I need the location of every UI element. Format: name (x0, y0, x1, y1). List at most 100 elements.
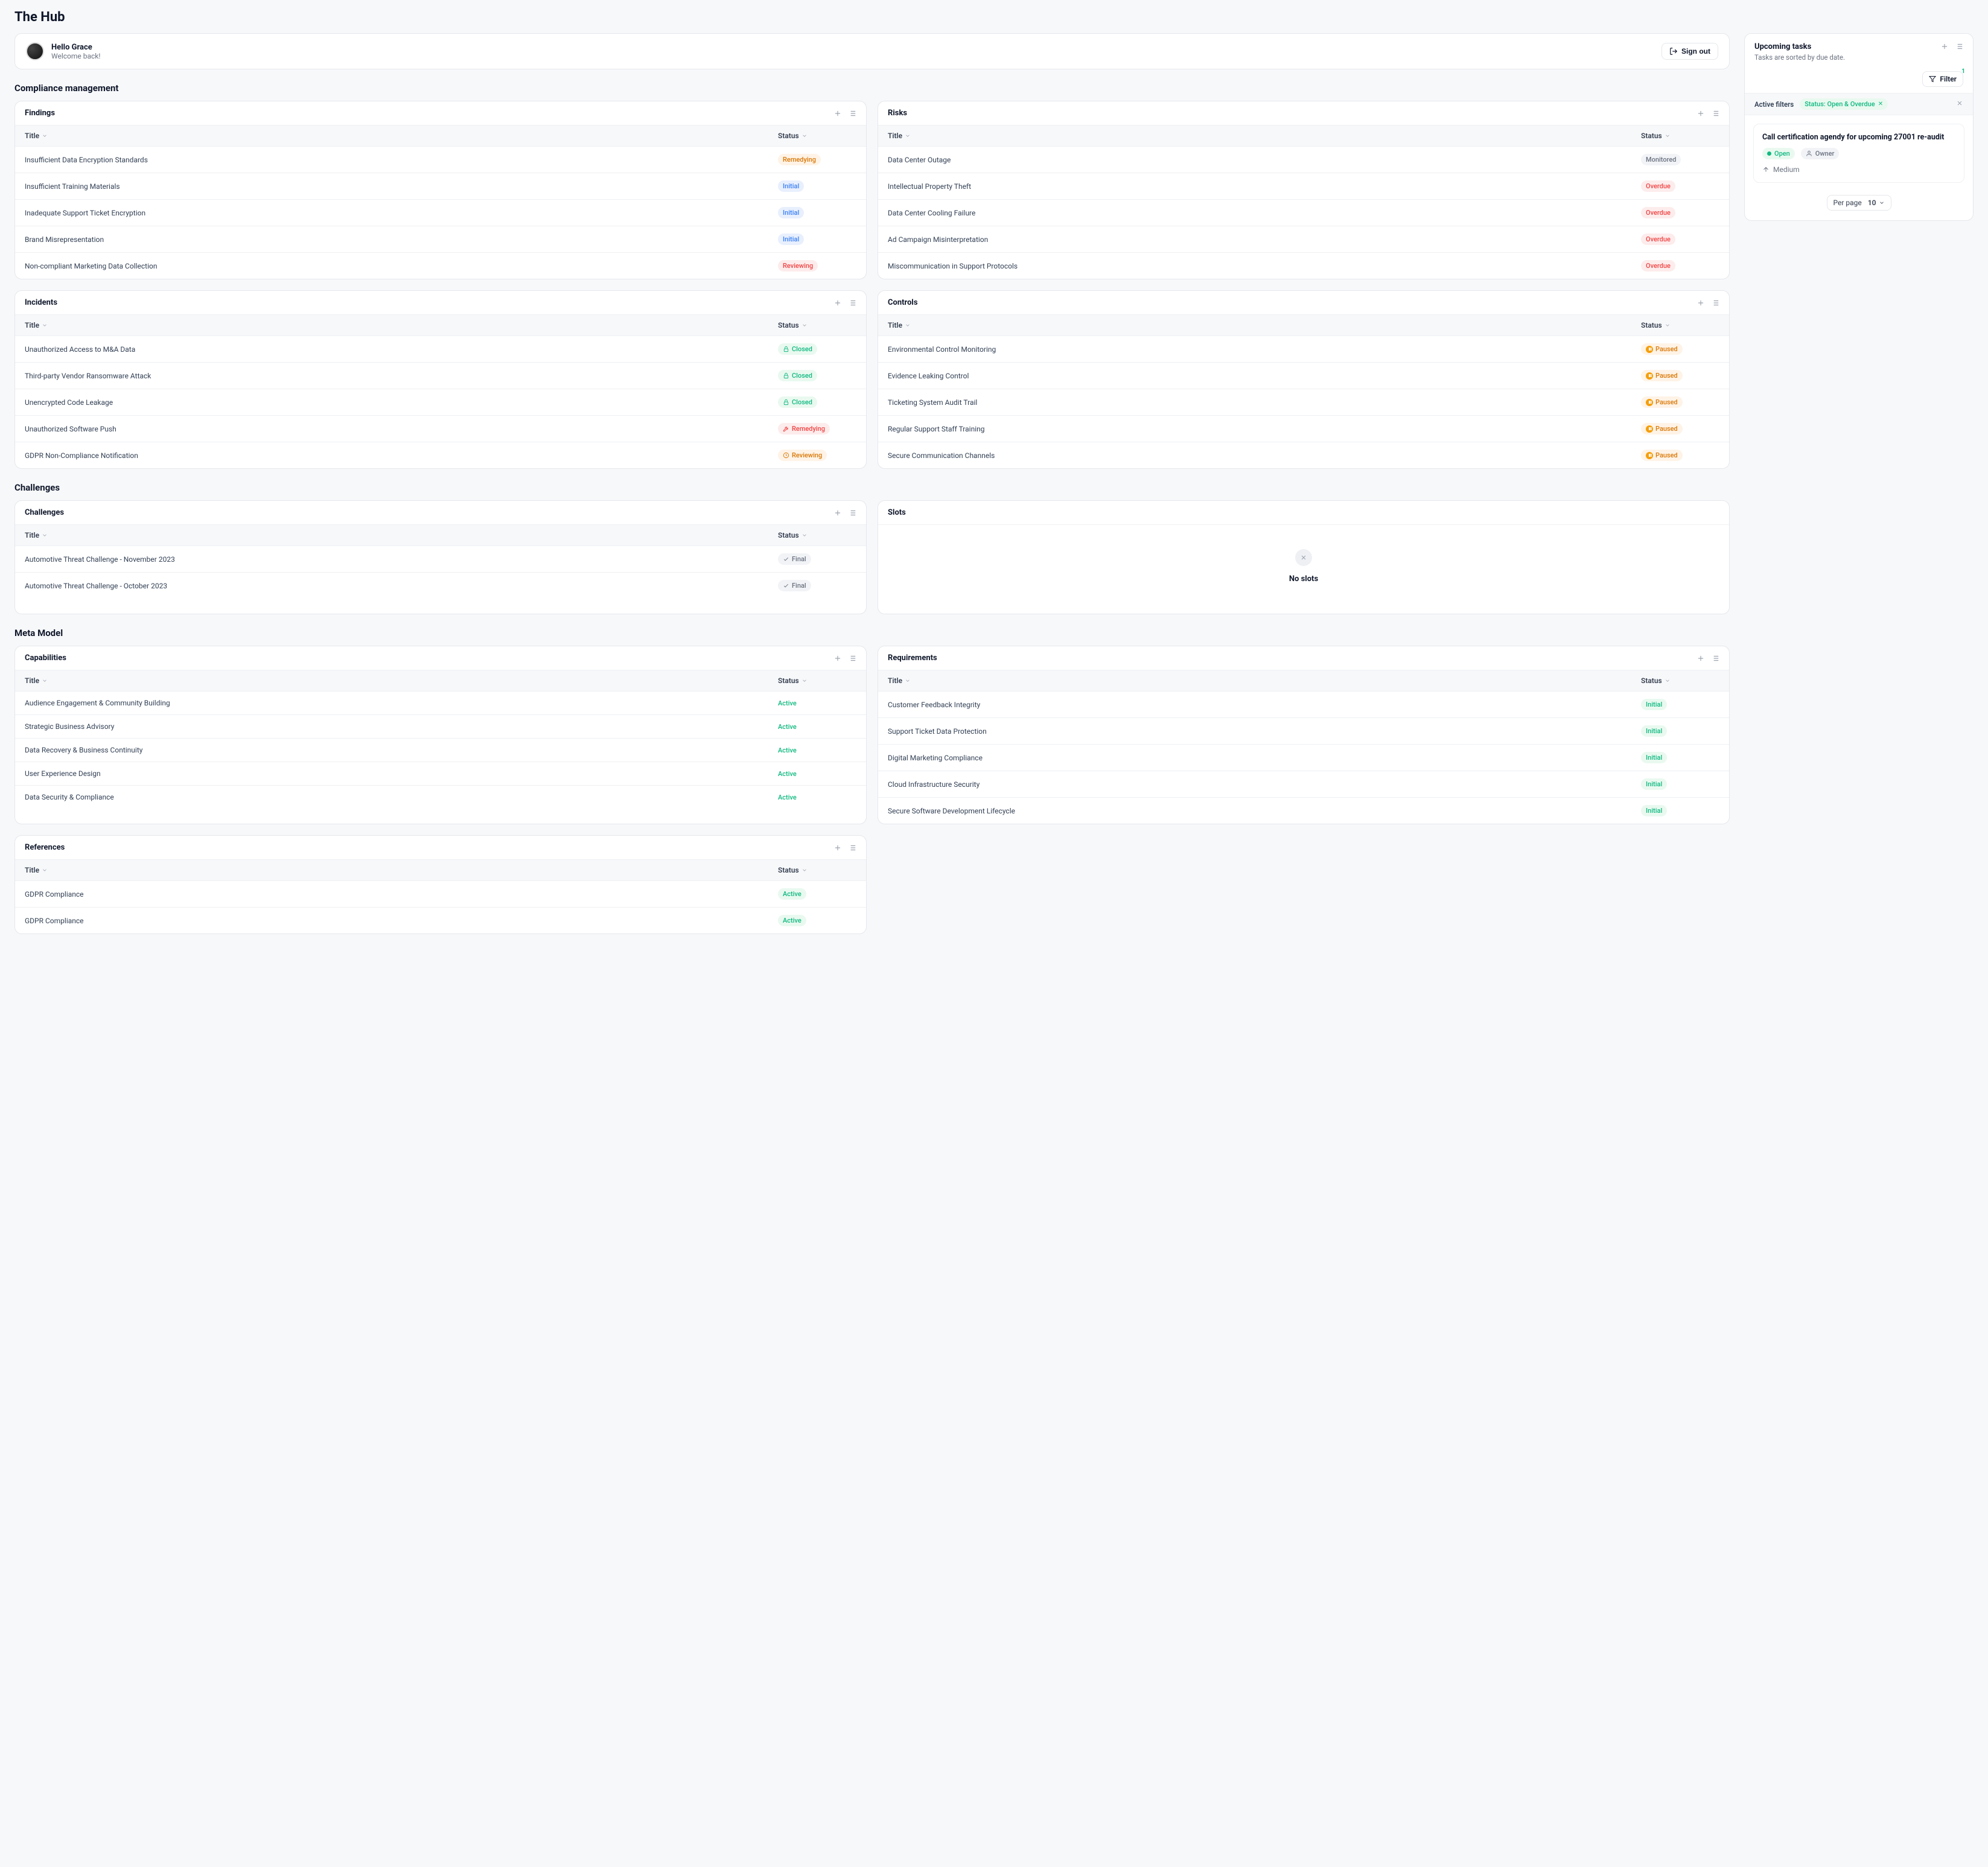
col-title[interactable]: Title (25, 531, 778, 539)
table-row[interactable]: Unauthorized Access to M&A DataClosed (15, 336, 866, 363)
status-text: Active (778, 794, 797, 801)
table-row[interactable]: Regular Support Staff TrainingPaused (878, 416, 1729, 442)
row-title: GDPR Non-Compliance Notification (25, 451, 778, 460)
col-status[interactable]: Status (778, 676, 856, 685)
row-title: Miscommunication in Support Protocols (888, 262, 1641, 270)
tasks-add-icon[interactable] (1940, 42, 1949, 51)
table-row[interactable]: Brand MisrepresentationInitial (15, 226, 866, 253)
table-row[interactable]: Data Center Cooling FailureOverdue (878, 200, 1729, 226)
avatar (26, 42, 44, 60)
table-row[interactable]: Unauthorized Software PushRemedying (15, 416, 866, 442)
status-badge: Initial (1641, 699, 1667, 710)
task-item-title: Call certification agendy for upcoming 2… (1762, 133, 1955, 142)
list-icon[interactable] (848, 109, 856, 118)
col-status[interactable]: Status (1641, 676, 1719, 685)
table-row[interactable]: User Experience DesignActive (15, 762, 866, 786)
add-icon[interactable] (1696, 109, 1705, 118)
list-icon[interactable] (1711, 109, 1719, 118)
task-item[interactable]: Call certification agendy for upcoming 2… (1753, 124, 1964, 183)
filter-chip[interactable]: Status: Open & Overdue ✕ (1800, 98, 1888, 110)
add-icon[interactable] (1696, 654, 1705, 663)
table-row[interactable]: Secure Communication ChannelsPaused (878, 442, 1729, 468)
col-title[interactable]: Title (25, 676, 778, 685)
table-row[interactable]: Digital Marketing ComplianceInitial (878, 745, 1729, 771)
table-row[interactable]: GDPR Non-Compliance NotificationReviewin… (15, 442, 866, 468)
add-icon[interactable] (833, 109, 842, 118)
status-badge: Paused (1641, 343, 1683, 355)
col-title[interactable]: Title (888, 132, 1641, 140)
clear-filters-icon[interactable] (1956, 100, 1963, 109)
table-row[interactable]: Cloud Infrastructure SecurityInitial (878, 771, 1729, 798)
table-row[interactable]: Miscommunication in Support ProtocolsOve… (878, 253, 1729, 279)
table-row[interactable]: Ad Campaign MisinterpretationOverdue (878, 226, 1729, 253)
col-title[interactable]: Title (25, 132, 778, 140)
row-title: Data Center Cooling Failure (888, 209, 1641, 217)
table-row[interactable]: Customer Feedback IntegrityInitial (878, 692, 1729, 718)
add-icon[interactable] (833, 654, 842, 663)
status-badge: Initial (778, 180, 804, 192)
col-title[interactable]: Title (888, 321, 1641, 329)
add-icon[interactable] (1696, 299, 1705, 307)
status-badge: Overdue (1641, 234, 1675, 245)
table-row[interactable]: Support Ticket Data ProtectionInitial (878, 718, 1729, 745)
status-badge: Reviewing (778, 450, 827, 461)
task-priority: Medium (1762, 165, 1955, 174)
row-title: Intellectual Property Theft (888, 182, 1641, 191)
per-page-select[interactable]: Per page 10 (1827, 195, 1891, 211)
arrow-up-icon (1762, 166, 1770, 173)
table-row[interactable]: Data Security & ComplianceActive (15, 786, 866, 809)
list-icon[interactable] (1711, 299, 1719, 307)
table-row[interactable]: Intellectual Property TheftOverdue (878, 173, 1729, 200)
col-title[interactable]: Title (888, 676, 1641, 685)
table-row[interactable]: Audience Engagement & Community Building… (15, 692, 866, 715)
table-row[interactable]: Unencrypted Code LeakageClosed (15, 389, 866, 416)
list-icon[interactable] (848, 509, 856, 517)
status-badge: Closed (778, 343, 817, 355)
table-row[interactable]: Environmental Control MonitoringPaused (878, 336, 1729, 363)
panel-title: Risks (888, 109, 907, 118)
table-row[interactable]: Automotive Threat Challenge - October 20… (15, 573, 866, 599)
row-title: Customer Feedback Integrity (888, 701, 1641, 709)
row-title: Insufficient Training Materials (25, 182, 778, 191)
table-row[interactable]: Third-party Vendor Ransomware AttackClos… (15, 363, 866, 389)
table-row[interactable]: Non-compliant Marketing Data CollectionR… (15, 253, 866, 279)
col-status[interactable]: Status (778, 132, 856, 140)
col-status[interactable]: Status (1641, 321, 1719, 329)
table-row[interactable]: Data Center OutageMonitored (878, 147, 1729, 173)
table-row[interactable]: Insufficient Training MaterialsInitial (15, 173, 866, 200)
filter-button[interactable]: Filter 1 (1922, 71, 1963, 87)
table-row[interactable]: Insufficient Data Encryption StandardsRe… (15, 147, 866, 173)
per-page-value: 10 (1868, 199, 1876, 207)
add-icon[interactable] (833, 299, 842, 307)
chip-remove-icon[interactable]: ✕ (1878, 101, 1883, 107)
section-challenges: Challenges (14, 482, 1730, 493)
table-row[interactable]: Automotive Threat Challenge - November 2… (15, 546, 866, 573)
col-status[interactable]: Status (778, 531, 856, 539)
col-status[interactable]: Status (1641, 132, 1719, 140)
filter-label: Filter (1940, 75, 1957, 83)
table-row[interactable]: Data Recovery & Business ContinuityActiv… (15, 739, 866, 762)
signout-button[interactable]: Sign out (1661, 43, 1718, 60)
table-row[interactable]: Secure Software Development LifecycleIni… (878, 798, 1729, 824)
list-icon[interactable] (848, 654, 856, 663)
col-title[interactable]: Title (25, 321, 778, 329)
col-title[interactable]: Title (25, 866, 778, 874)
col-status[interactable]: Status (778, 866, 856, 874)
list-icon[interactable] (1711, 654, 1719, 663)
table-row[interactable]: Evidence Leaking ControlPaused (878, 363, 1729, 389)
panel-title: Incidents (25, 298, 57, 307)
status-badge: Final (778, 580, 811, 591)
status-text: Active (778, 746, 797, 754)
table-row[interactable]: GDPR ComplianceActive (15, 881, 866, 908)
table-row[interactable]: Ticketing System Audit TrailPaused (878, 389, 1729, 416)
tasks-list-icon[interactable] (1955, 42, 1963, 51)
list-icon[interactable] (848, 844, 856, 852)
filter-chip-label: Status: Open & Overdue (1805, 100, 1875, 108)
table-row[interactable]: Strategic Business AdvisoryActive (15, 715, 866, 739)
add-icon[interactable] (833, 844, 842, 852)
add-icon[interactable] (833, 509, 842, 517)
table-row[interactable]: Inadequate Support Ticket EncryptionInit… (15, 200, 866, 226)
table-row[interactable]: GDPR ComplianceActive (15, 908, 866, 934)
col-status[interactable]: Status (778, 321, 856, 329)
list-icon[interactable] (848, 299, 856, 307)
